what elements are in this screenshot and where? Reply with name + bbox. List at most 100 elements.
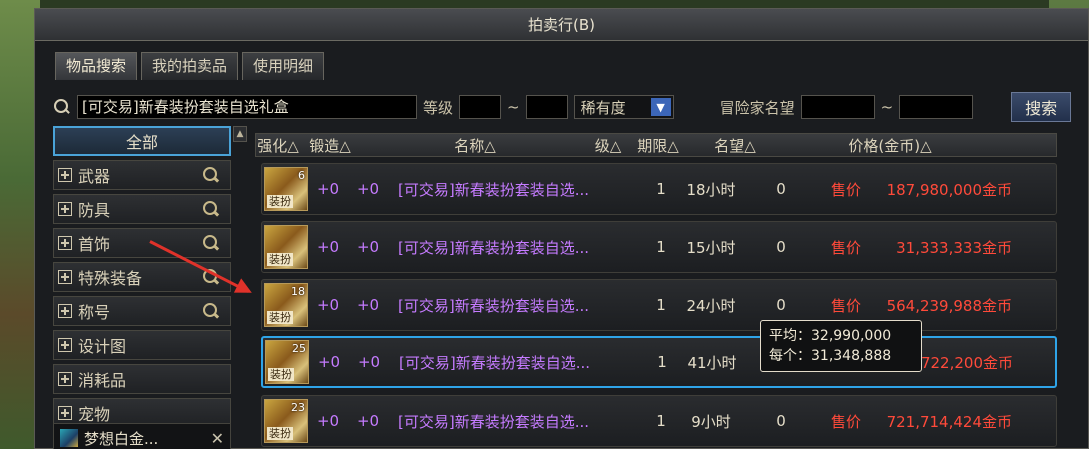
category-blueprint[interactable]: 设计图 [53,330,231,360]
header-period[interactable]: 期限△ [626,135,690,156]
expand-icon[interactable] [58,236,72,250]
cell-forge: +0 [357,353,381,371]
zoom-icon[interactable] [202,200,220,218]
expand-icon[interactable] [58,270,72,284]
fame-label: 冒险家名望 [719,98,795,117]
cell-sale-label: 售价 [830,180,861,199]
cell-strengthen: +0 [316,412,340,430]
category-accessory[interactable]: 首饰 [53,228,231,258]
expand-icon[interactable] [58,372,72,386]
price-tooltip: 平均：32,990,000 每个：31,348,888 [760,320,922,372]
cell-period: 24小时 [686,296,736,315]
zoom-icon[interactable] [202,166,220,184]
cell-period: 18小时 [686,180,736,199]
table-row[interactable]: 23 装扮 +0 +0 [可交易]新春装扮套装自选... 1 9小时 0 售价 … [261,395,1057,447]
category-title[interactable]: 称号 [53,296,231,326]
header-strengthen[interactable]: 强化△ [256,135,300,156]
search-button[interactable]: 搜索 [1011,92,1072,122]
expand-icon[interactable] [58,304,72,318]
header-price[interactable]: 价格(金币)△ [780,135,1000,156]
chevron-down-icon[interactable]: ▼ [650,98,671,116]
category-consumable[interactable]: 消耗品 [53,364,231,394]
cell-sale-label: 售价 [830,238,861,257]
category-label: 消耗品 [78,371,127,390]
cell-name: [可交易]新春装扮套装自选... [398,180,590,199]
cell-level: 1 [656,180,666,198]
category-label: 设计图 [78,337,127,356]
cell-strengthen: +0 [316,296,340,314]
header-forge[interactable]: 锻造△ [300,135,360,156]
expand-icon[interactable] [58,168,72,182]
header-level[interactable]: 级△ [590,135,626,156]
favorite-item[interactable]: 梦想白金... ✕ [53,423,231,449]
level-label: 等级 [423,98,454,117]
cell-fame: 0 [776,238,786,256]
auction-window: 拍卖行(B) 物品搜索 我的拍卖品 使用明细 [可交易]新春装扮套装自选礼盒 等… [34,8,1089,449]
cell-strengthen: +0 [316,180,340,198]
cell-name: [可交易]新春装扮套装自选... [399,353,591,372]
cell-sale-label: 售价 [830,412,861,431]
cell-sale-label: 售价 [830,296,861,315]
cell-name: [可交易]新春装扮套装自选... [398,238,590,257]
cell-forge: +0 [356,412,380,430]
gift-box-icon: 25 装扮 [265,340,309,384]
cell-period: 9小时 [691,412,731,431]
table-row[interactable]: 6 装扮 +0 +0 [可交易]新春装扮套装自选... 1 18小时 0 售价 … [261,163,1057,215]
tooltip-average-value: 32,990,000 [811,328,892,344]
expand-icon[interactable] [58,406,72,420]
gift-box-icon: 6 装扮 [264,167,308,211]
gift-box-icon: 装扮 [264,225,308,269]
category-label: 首饰 [78,235,111,254]
tab-my-auctions[interactable]: 我的拍卖品 [141,52,239,80]
cell-fame: 0 [776,296,786,314]
cell-level: 1 [656,238,666,256]
item-count: 25 [292,342,306,355]
fame-range-sep: ~ [880,98,894,116]
cell-fame: 0 [776,180,786,198]
category-weapon[interactable]: 武器 [53,160,231,190]
tab-bar: 物品搜索 我的拍卖品 使用明细 [55,52,325,80]
sidebar-scroll-up-button[interactable]: ▲ [233,126,247,142]
tooltip-each-value: 31,348,888 [811,348,892,364]
search-input[interactable]: [可交易]新春装扮套装自选礼盒 [77,95,417,119]
cell-strengthen: +0 [316,238,340,256]
header-name[interactable]: 名称△ [360,135,590,156]
cell-level: 1 [657,353,667,371]
cell-forge: +0 [356,238,380,256]
fame-max-input[interactable] [899,95,974,119]
table-row-selected[interactable]: 25 装扮 +0 +0 [可交易]新春装扮套装自选... 1 41小时 0 33… [261,336,1057,388]
zoom-icon[interactable] [202,302,220,320]
fame-min-input[interactable] [800,95,875,119]
rarity-dropdown[interactable]: 稀有度 ▼ [573,95,674,119]
cell-price: 31,333,333金币 [896,238,1012,257]
table-row[interactable]: 装扮 +0 +0 [可交易]新春装扮套装自选... 1 15小时 0 售价 31… [261,221,1057,273]
expand-icon[interactable] [58,338,72,352]
level-max-input[interactable] [525,95,568,119]
category-sidebar: 全部 武器 防具 首饰 特殊装备 称号 设计图 消耗品 宠物 [53,126,231,449]
table-header: 强化△ 锻造△ 名称△ 级△ 期限△ 名望△ 价格(金币)△ [255,133,1057,157]
cell-name: [可交易]新春装扮套装自选... [398,412,590,431]
search-bar: [可交易]新春装扮套装自选礼盒 等级 ~ 稀有度 ▼ 冒险家名望 ~ 搜索 [53,92,1089,122]
rarity-label: 稀有度 [580,98,626,117]
cell-level: 1 [656,412,666,430]
tooltip-average-line: 平均：32,990,000 [769,326,913,346]
zoom-icon[interactable] [202,234,220,252]
category-armor[interactable]: 防具 [53,194,231,224]
cell-forge: +0 [356,180,380,198]
tab-usage-details[interactable]: 使用明细 [242,52,325,80]
search-icon [53,98,71,116]
category-label: 武器 [78,167,111,186]
close-icon[interactable]: ✕ [211,429,224,448]
cell-name: [可交易]新春装扮套装自选... [398,296,590,315]
expand-icon[interactable] [58,202,72,216]
category-all[interactable]: 全部 [53,126,231,156]
cell-price: 564,239,988金币 [886,296,1012,315]
item-tag: 装扮 [267,311,293,324]
level-min-input[interactable] [459,95,502,119]
item-tag: 装扮 [268,368,294,381]
header-fame[interactable]: 名望△ [690,135,780,156]
cell-price: 721,714,424金币 [886,412,1012,431]
tab-item-search[interactable]: 物品搜索 [55,52,138,80]
category-label: 防具 [78,201,111,220]
table-row[interactable]: 18 装扮 +0 +0 [可交易]新春装扮套装自选... 1 24小时 0 售价… [261,279,1057,331]
